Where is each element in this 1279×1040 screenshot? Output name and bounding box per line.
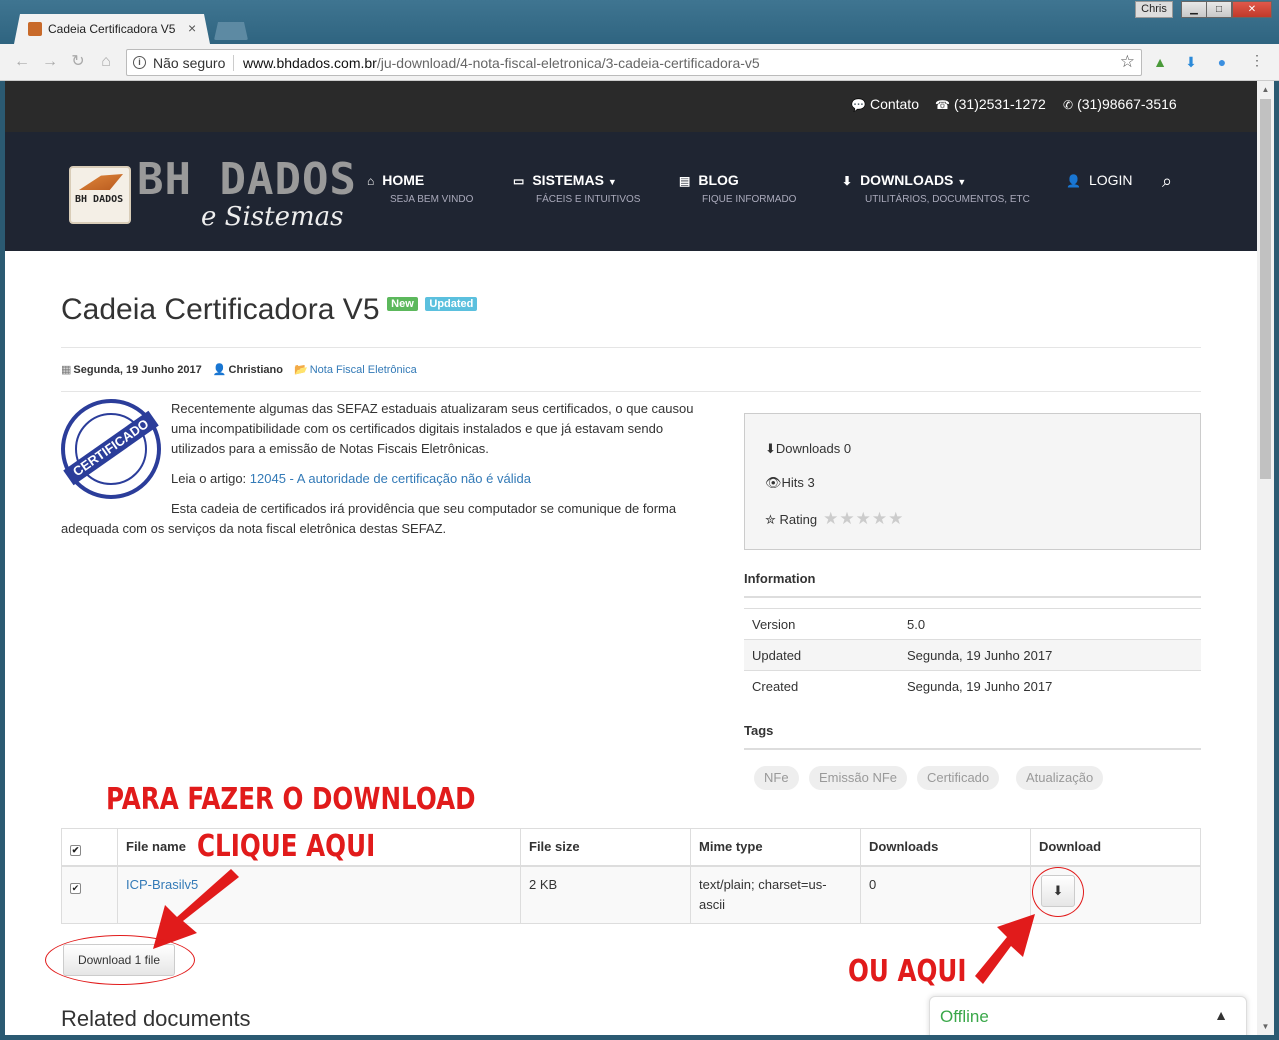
window-close-button[interactable]: ✕: [1232, 1, 1272, 18]
close-tab-icon[interactable]: ×: [188, 20, 196, 36]
scroll-down-arrow-icon[interactable]: ▼: [1257, 1018, 1274, 1035]
page-scrollbar[interactable]: ▲ ▼: [1257, 81, 1274, 1035]
annotation-ellipse-download-all: [45, 935, 195, 985]
url-path: /ju-download/4-nota-fiscal-eletronica/3-…: [376, 55, 760, 71]
browser-tab[interactable]: Cadeia Certificadora V5 ×: [14, 14, 210, 44]
extension-icon[interactable]: ▲: [1152, 54, 1168, 70]
favicon-icon: [28, 22, 42, 36]
download-arrow-icon[interactable]: ⬇: [1183, 54, 1199, 70]
window-bottom-frame: [0, 1035, 1279, 1040]
page-viewport: 💬 Contato ☎ (31)2531-1272 ✆ (31)98667-3516 …: [5, 81, 1257, 1035]
back-arrow-icon[interactable]: ←: [12, 52, 32, 72]
red-arrow-right: [975, 914, 1035, 984]
red-arrow-left: [153, 869, 239, 949]
chat-widget[interactable]: Offline ▲: [929, 996, 1247, 1035]
menu-dots-icon[interactable]: ⋮: [1250, 52, 1264, 69]
address-bar[interactable]: i Não seguro www.bhdados.com.br/ju-downl…: [126, 49, 1142, 76]
url-host: www.bhdados.com.br: [243, 55, 377, 71]
forward-arrow-icon[interactable]: →: [40, 52, 60, 72]
new-tab-button[interactable]: [214, 22, 248, 40]
profile-button[interactable]: Chris: [1135, 1, 1173, 18]
chevron-up-icon[interactable]: ▲: [1214, 1007, 1228, 1023]
maximize-button[interactable]: □: [1206, 1, 1232, 18]
home-icon[interactable]: ⌂: [96, 52, 116, 72]
scroll-thumb[interactable]: [1260, 99, 1271, 479]
bookmark-star-icon[interactable]: ☆: [1120, 52, 1135, 72]
chat-status: Offline: [940, 1007, 989, 1026]
browser-toolbar: ← → ↻ ⌂ i Não seguro www.bhdados.com.br/…: [0, 44, 1279, 81]
reload-icon[interactable]: ↻: [68, 52, 88, 72]
info-icon[interactable]: i: [133, 56, 146, 69]
extension-round-icon[interactable]: ●: [1214, 54, 1230, 70]
minimize-button[interactable]: ▁: [1181, 1, 1207, 18]
url-separator: [233, 55, 234, 71]
security-label[interactable]: Não seguro: [153, 55, 225, 71]
scroll-up-arrow-icon[interactable]: ▲: [1257, 81, 1274, 98]
url-text[interactable]: www.bhdados.com.br/ju-download/4-nota-fi…: [243, 55, 760, 71]
annotation-ellipse-download-icon: [1032, 867, 1084, 917]
tab-title: Cadeia Certificadora V5: [48, 22, 176, 36]
browser-titlebar: Cadeia Certificadora V5 × Chris ▁ □ ✕: [0, 0, 1279, 44]
